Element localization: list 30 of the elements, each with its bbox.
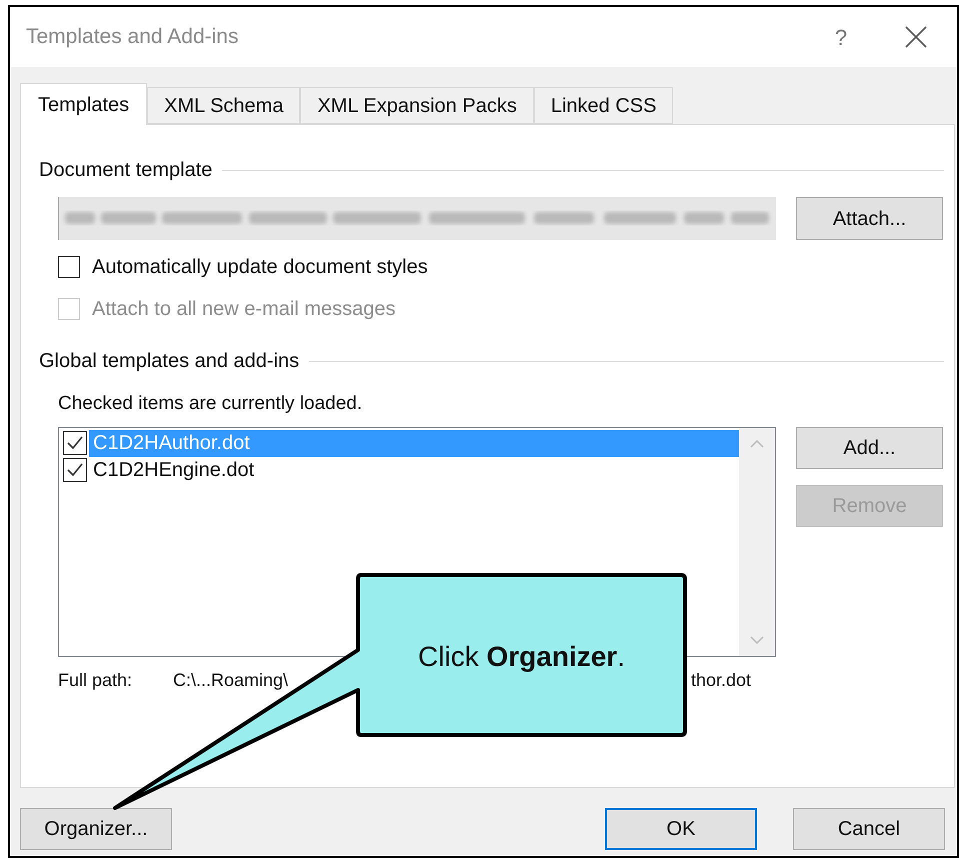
scrollbar[interactable] <box>739 428 775 656</box>
section-heading: Document template <box>39 158 212 183</box>
full-path-label: Full path: <box>58 668 132 692</box>
tab[interactable]: Linked CSS <box>534 87 674 124</box>
checkmark-icon <box>66 461 84 479</box>
dialog-button[interactable]: Cancel <box>793 808 945 850</box>
checkbox[interactable] <box>63 431 87 455</box>
add-button[interactable]: Add... <box>796 426 943 468</box>
full-path-text: C:\...Roaming\ <box>173 668 288 692</box>
tab[interactable]: XML Schema <box>147 87 300 124</box>
scroll-down-icon[interactable] <box>750 636 764 644</box>
window-title: Templates and Add-ins <box>26 24 238 50</box>
list-item[interactable]: C1D2HEngine.dot <box>89 456 739 484</box>
template-path-field[interactable] <box>58 197 776 240</box>
full-path-text: thor.dot <box>691 668 752 692</box>
info-text: Checked items are currently loaded. <box>58 392 364 416</box>
checkbox[interactable] <box>63 458 87 482</box>
checkbox-label: Automatically update document styles <box>92 255 428 280</box>
dialog-button[interactable]: OK <box>605 808 757 850</box>
dialog-button[interactable]: Organizer... <box>20 808 172 850</box>
tab[interactable]: XML Expansion Packs <box>300 87 534 124</box>
scroll-up-icon[interactable] <box>750 440 764 448</box>
checkbox-label: Attach to all new e-mail messages <box>92 297 396 322</box>
help-button[interactable]: ? <box>821 20 861 54</box>
checkbox[interactable] <box>58 256 80 278</box>
tab[interactable]: Templates <box>20 83 148 125</box>
checkmark-icon <box>66 434 84 452</box>
section-heading: Global templates and add-ins <box>39 349 300 374</box>
attach-button[interactable]: Attach... <box>796 197 943 240</box>
close-icon[interactable] <box>905 26 927 48</box>
